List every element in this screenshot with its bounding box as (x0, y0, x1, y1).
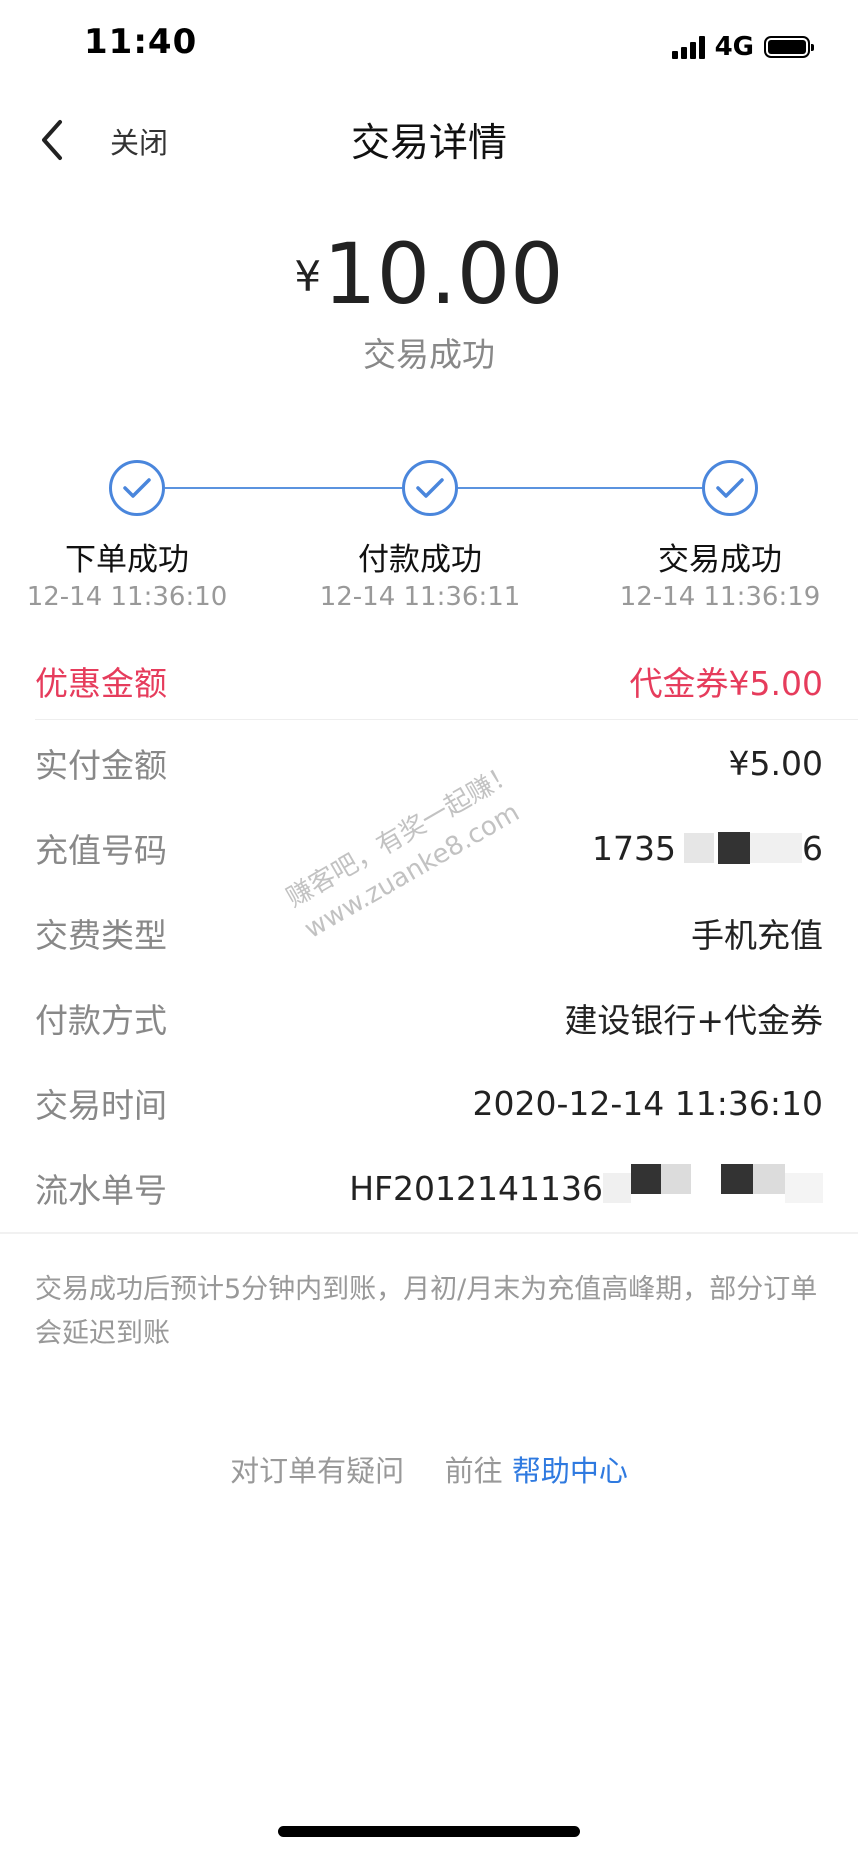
redaction-mask (785, 1173, 823, 1203)
step-label-order: 下单成功 (65, 542, 189, 578)
discount-label: 优惠金额 (35, 664, 167, 703)
step-label-complete: 交易成功 (658, 542, 782, 578)
section-divider (0, 1232, 858, 1234)
amount-value: 10.00 (323, 225, 564, 323)
help-question: 对订单有疑问 (230, 1454, 405, 1488)
redaction-mask (684, 833, 714, 863)
type-label: 交费类型 (35, 916, 167, 955)
check-circle-icon (402, 460, 458, 516)
serial-prefix: HF2012141136 (349, 1168, 603, 1208)
step-time-order: 12-14 11:36:10 (26, 582, 228, 612)
type-value: 手机充值 (691, 916, 823, 955)
time-label: 交易时间 (35, 1086, 167, 1125)
page-title: 交易详情 (350, 121, 507, 166)
paid-value: ¥5.00 (728, 743, 823, 783)
phone-suffix: 6 (802, 828, 823, 868)
paid-label: 实付金额 (35, 746, 167, 785)
help-center-link[interactable]: 帮助中心 (512, 1454, 628, 1488)
redaction-mask (661, 1164, 691, 1194)
help-row: 对订单有疑问 前往 帮助中心 (0, 1448, 858, 1490)
detail-row-type: 交费类型 手机充值 (35, 893, 823, 973)
detail-row-time: 交易时间 2020-12-14 11:36:10 (35, 1063, 823, 1143)
detail-row-payment-method: 付款方式 建设银行+代金券 (35, 978, 823, 1058)
redaction-gap (691, 1173, 721, 1203)
signal-icon (671, 35, 705, 59)
detail-row-serial: 流水单号 HF2012141136 (35, 1148, 823, 1228)
check-circle-icon (702, 460, 758, 516)
redaction-mask (718, 832, 750, 864)
discount-value: 代金券¥5.00 (629, 664, 823, 703)
detail-row-discount: 优惠金额 代金券¥5.00 (35, 641, 823, 721)
detail-row-paid: 实付金额 ¥5.00 (35, 723, 823, 803)
notice-text: 交易成功后预计5分钟内到账，月初/月末为充值高峰期，部分订单会延迟到账 (35, 1274, 818, 1349)
divider (35, 719, 858, 720)
redaction-mask (721, 1164, 753, 1194)
redaction-mask (750, 833, 802, 863)
phone-prefix: 1735 (592, 828, 676, 868)
serial-value: HF2012141136 (349, 1164, 823, 1208)
redaction-mask (603, 1173, 631, 1203)
phone-label: 充值号码 (35, 831, 167, 870)
progress-line (165, 487, 402, 489)
trade-status: 交易成功 (363, 335, 495, 374)
home-indicator[interactable] (278, 1826, 580, 1837)
currency-symbol: ¥ (294, 252, 322, 301)
step-time-payment: 12-14 11:36:11 (319, 582, 521, 612)
amount-display: ¥10.00 (0, 225, 858, 323)
step-time-complete: 12-14 11:36:19 (619, 582, 821, 612)
time-value: 2020-12-14 11:36:10 (472, 1083, 823, 1123)
phone-value: 1735 6 (592, 829, 823, 868)
check-circle-icon (109, 460, 165, 516)
network-label: 4G (714, 32, 754, 62)
battery-icon (764, 36, 814, 58)
serial-label: 流水单号 (35, 1171, 167, 1210)
progress-line (458, 487, 702, 489)
payment-value: 建设银行+代金券 (564, 1001, 823, 1040)
help-goto: 前往 (444, 1454, 503, 1488)
payment-label: 付款方式 (35, 1001, 167, 1040)
redaction-mask (631, 1164, 661, 1194)
redaction-mask (753, 1164, 785, 1194)
status-time: 11:40 (84, 22, 198, 62)
status-icons: 4G (671, 30, 814, 64)
step-label-payment: 付款成功 (358, 542, 482, 578)
